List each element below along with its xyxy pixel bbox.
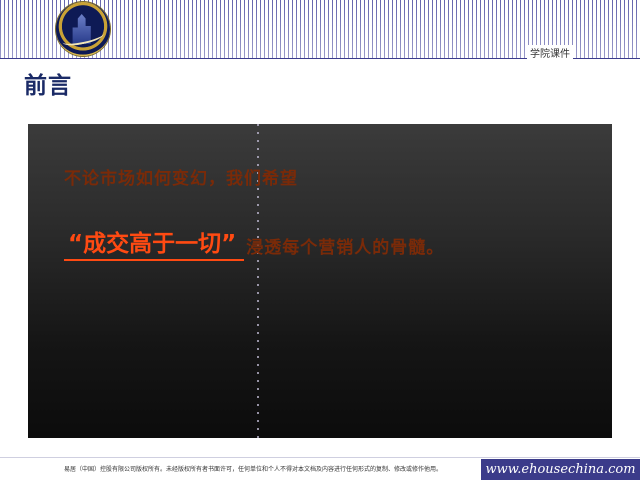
logo-script-mark <box>61 27 105 49</box>
slogan-tail: 浸透每个营销人的骨髓。 <box>246 238 445 258</box>
slogan: “成交高于一切” <box>64 224 245 261</box>
footer-divider <box>0 457 640 458</box>
brand-url-badge: www.ehousechina.com <box>481 459 640 480</box>
company-logo <box>56 2 110 56</box>
page-title: 前言 <box>24 73 72 99</box>
header-label: 学院课件 <box>527 45 573 60</box>
copyright-notice: 易居（中国）控股有限公司版权所有。未经版权所有者书面许可，任何单位和个人不得对本… <box>64 466 443 473</box>
brand-url: www.ehousechina.com <box>485 462 636 477</box>
slide-content: 不论市场如何变幻，我们希望 “成交高于一切” 浸透每个营销人的骨髓。 <box>28 124 612 438</box>
slogan-row: “成交高于一切” 浸透每个营销人的骨髓。 <box>64 224 444 261</box>
intro-line: 不论市场如何变幻，我们希望 <box>64 169 298 189</box>
